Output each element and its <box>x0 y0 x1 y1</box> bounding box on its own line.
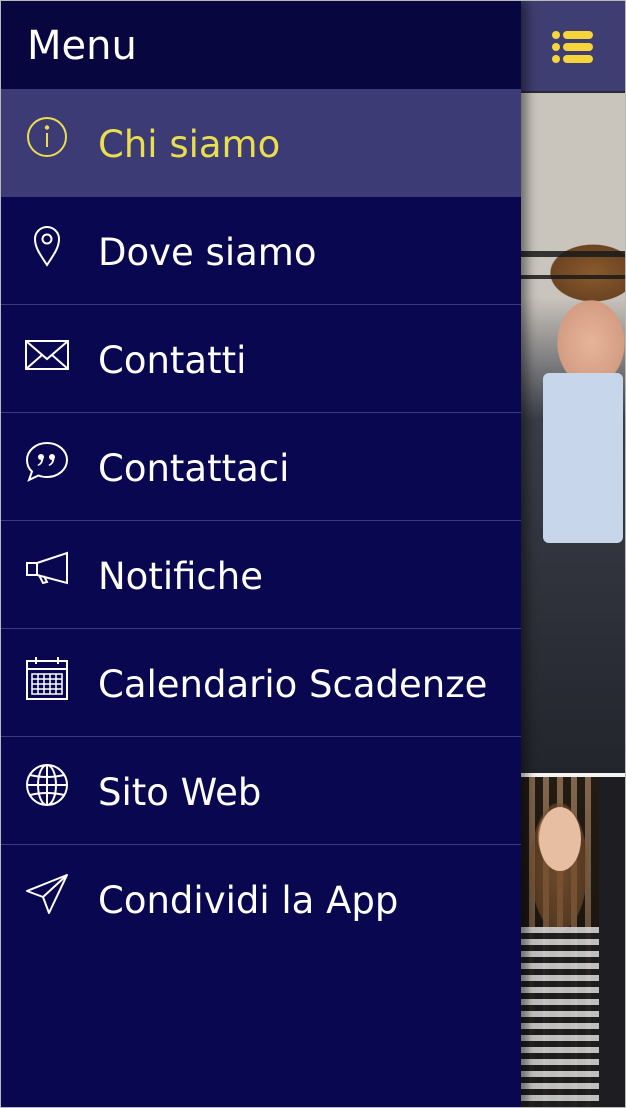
navigation-drawer: Menu Chi siamo Dove siamo Contatti Conta… <box>1 1 521 1107</box>
paper-plane-icon <box>23 871 71 919</box>
app-frame: Menu Chi siamo Dove siamo Contatti Conta… <box>0 0 626 1108</box>
menu-item-dove-siamo[interactable]: Dove siamo <box>1 197 521 305</box>
drawer-title: Menu <box>27 23 137 69</box>
info-icon <box>23 115 71 163</box>
menu-item-condividi-la-app[interactable]: Condividi la App <box>1 845 521 953</box>
drawer-header: Menu <box>1 1 521 89</box>
quote-bubble-icon <box>23 439 71 487</box>
menu-item-contattaci[interactable]: Contattaci <box>1 413 521 521</box>
menu-item-chi-siamo[interactable]: Chi siamo <box>1 89 521 197</box>
location-pin-icon <box>23 223 71 271</box>
envelope-icon <box>23 331 71 379</box>
team-photo-woman <box>521 777 625 1107</box>
menu-item-sito-web[interactable]: Sito Web <box>1 737 521 845</box>
menu-item-label: Contattaci <box>98 447 290 490</box>
menu-item-notifiche[interactable]: Notifiche <box>1 521 521 629</box>
menu-item-label: Contatti <box>98 339 247 382</box>
globe-icon <box>23 763 71 811</box>
menu-item-label: Notifiche <box>98 555 263 598</box>
list-menu-icon[interactable] <box>551 27 595 67</box>
calendar-icon <box>23 655 71 703</box>
menu-item-label: Dove siamo <box>98 231 317 274</box>
menu-item-label: Condividi la App <box>98 879 399 922</box>
menu-item-label: Calendario Scadenze <box>98 663 488 706</box>
menu-item-label: Sito Web <box>98 771 262 814</box>
menu-item-calendario-scadenze[interactable]: Calendario Scadenze <box>1 629 521 737</box>
team-photo-man <box>521 93 625 773</box>
megaphone-icon <box>23 547 71 595</box>
menu-item-contatti[interactable]: Contatti <box>1 305 521 413</box>
menu-item-label: Chi siamo <box>98 123 281 166</box>
drawer-menu: Chi siamo Dove siamo Contatti Contattaci… <box>1 89 521 953</box>
